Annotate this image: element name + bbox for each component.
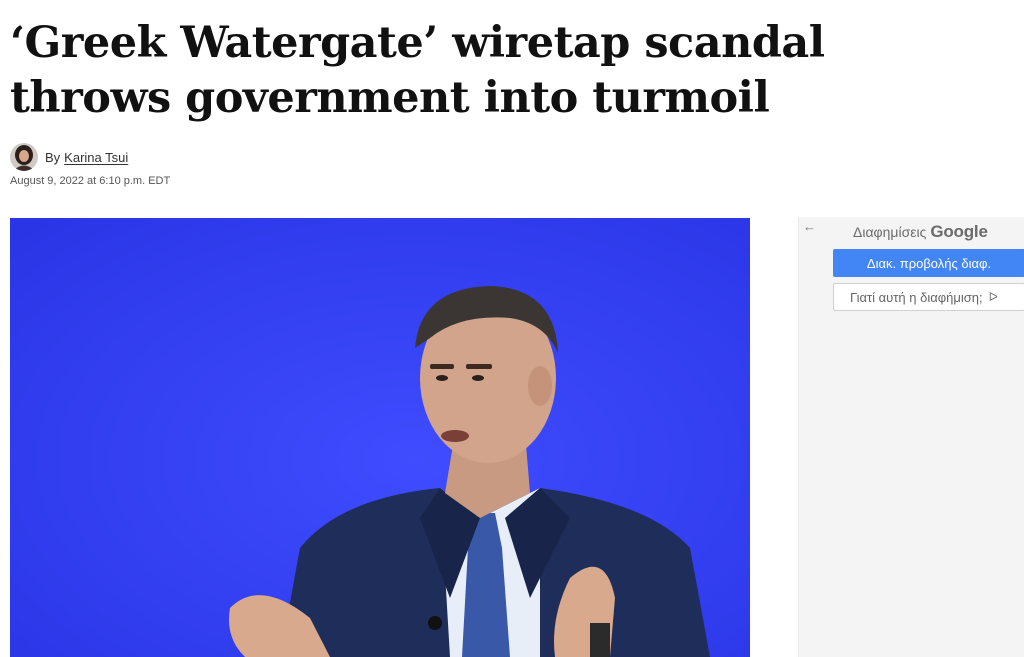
byline: By Karina Tsui [10,142,128,172]
ad-header: Διαφημίσεις Google [853,222,988,242]
hero-photo [10,218,750,657]
back-arrow-icon[interactable]: ← [803,219,816,234]
adchoices-icon: ᐅ [988,290,998,304]
article-headline: ‘Greek Watergate’ wiretap scandal throws… [10,18,825,123]
author-photo-icon [10,143,38,171]
ad-header-label: Διαφημίσεις [853,224,927,240]
google-logo: Google [930,222,988,241]
author-avatar[interactable] [10,143,38,171]
publish-timestamp: August 9, 2022 at 6:10 p.m. EDT [10,175,171,187]
byline-prefix: By [45,149,61,165]
why-this-ad-label: Γιατί αυτή η διαφήμιση; [850,289,983,305]
why-this-ad-button[interactable]: Γιατί αυτή η διαφήμιση; ᐅ [833,283,1024,311]
hero-photo-image [10,218,750,657]
author-link[interactable]: Karina Tsui [64,150,128,165]
ad-panel: ← Διαφημίσεις Google Διακ. προβολής διαφ.… [798,217,1024,657]
stop-seeing-ad-button[interactable]: Διακ. προβολής διαφ. [833,249,1024,277]
